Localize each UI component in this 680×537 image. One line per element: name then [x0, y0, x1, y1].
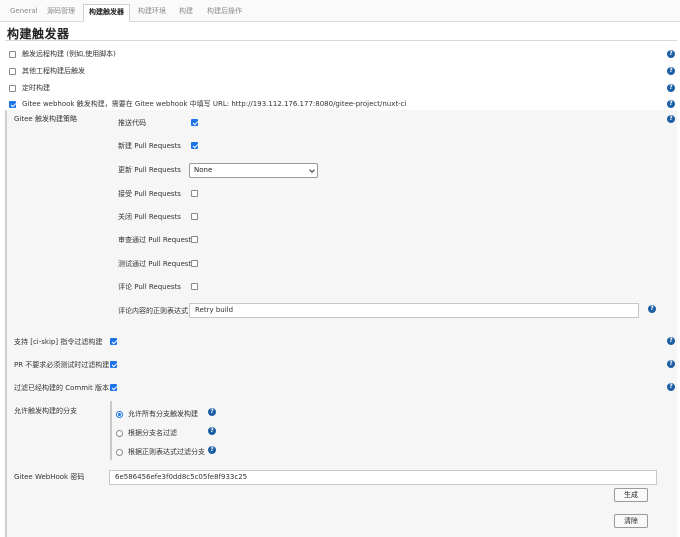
branch-name-label: 根据分支名过滤	[128, 429, 177, 437]
help-icon[interactable]: ?	[208, 427, 216, 435]
update-pr-select[interactable]: None	[189, 163, 318, 178]
tab-source-control[interactable]: 源码管理	[42, 4, 80, 21]
trigger-after-other-checkbox[interactable]	[9, 67, 16, 75]
update-pr-select-value: None	[194, 166, 213, 174]
push-checkbox[interactable]	[191, 119, 198, 126]
pr-no-test-label: PR 不要求必须测试时过滤构建	[14, 361, 110, 369]
branch-all-label: 允许所有分支触发构建	[128, 410, 198, 418]
help-icon[interactable]: ?	[667, 50, 675, 58]
trigger-gitee-webhook-label: Gitee webhook 触发构建，需要在 Gitee webhook 中填写…	[22, 100, 407, 108]
new-pr-checkbox[interactable]	[191, 142, 198, 149]
help-icon[interactable]: ?	[667, 84, 675, 92]
close-pr-label: 关闭 Pull Requests	[118, 213, 181, 221]
help-icon[interactable]: ?	[667, 100, 675, 108]
trigger-after-other-label: 其他工程构建后触发	[22, 67, 85, 75]
trigger-scheduled[interactable]: 定时构建	[9, 82, 50, 94]
trigger-scheduled-checkbox[interactable]	[9, 84, 16, 92]
branch-regex-option[interactable]: 根据正则表达式过滤分支	[116, 446, 205, 458]
accept-pr-checkbox[interactable]	[191, 190, 198, 197]
tab-general[interactable]: General	[5, 4, 43, 21]
branch-name-radio[interactable]	[116, 429, 123, 437]
ci-skip-checkbox[interactable]	[110, 338, 117, 345]
tested-pr-checkbox[interactable]	[191, 260, 198, 267]
branch-regex-radio[interactable]	[116, 448, 123, 456]
filter-commit-label: 过滤已经构建的 Commit 版本	[14, 384, 109, 392]
tab-build[interactable]: 构建	[174, 4, 198, 21]
filter-commit-checkbox[interactable]	[110, 384, 117, 391]
chevron-down-icon	[309, 167, 315, 173]
clear-button[interactable]: 清除	[614, 514, 648, 528]
help-icon[interactable]: ?	[648, 305, 656, 313]
comment-regex-input[interactable]: Retry build	[189, 303, 639, 318]
approved-pr-label: 审查通过 Pull Requests	[118, 236, 195, 244]
help-icon[interactable]: ?	[667, 67, 675, 75]
tested-pr-label: 测试通过 Pull Requests	[118, 260, 195, 268]
generate-button[interactable]: 生成	[614, 488, 648, 502]
accept-pr-label: 接受 Pull Requests	[118, 190, 181, 198]
webhook-secret-input[interactable]: 6e586456efe3f0dd8c5c05fe8f933c25	[109, 470, 657, 485]
tab-build-triggers[interactable]: 构建触发器	[83, 4, 130, 22]
new-pr-label: 新建 Pull Requests	[118, 142, 181, 150]
branch-all-option[interactable]: 允许所有分支触发构建	[116, 408, 198, 420]
trigger-remote-checkbox[interactable]	[9, 50, 16, 58]
push-label: 推送代码	[118, 119, 146, 127]
help-icon[interactable]: ?	[208, 446, 216, 454]
trigger-remote-label: 触发远程构建 (例如,使用脚本)	[22, 50, 116, 58]
comment-regex-label: 评论内容的正则表达式	[118, 307, 188, 315]
webhook-secret-label: Gitee WebHook 密码	[14, 473, 85, 481]
tab-build-environment[interactable]: 构建环境	[133, 4, 171, 21]
help-icon[interactable]: ?	[667, 360, 675, 368]
branches-label: 允许触发构建的分支	[14, 407, 77, 415]
ci-skip-label: 支持 [ci-skip] 指令过滤构建	[14, 338, 103, 346]
help-icon[interactable]: ?	[667, 383, 675, 391]
trigger-gitee-webhook-checkbox[interactable]	[9, 100, 16, 108]
branch-all-radio[interactable]	[116, 410, 123, 418]
config-tabs: General 源码管理 构建触发器 构建环境 构建 构建后操作	[0, 0, 680, 22]
pr-no-test-checkbox[interactable]	[110, 361, 117, 368]
approved-pr-checkbox[interactable]	[191, 236, 198, 243]
branch-name-option[interactable]: 根据分支名过滤	[116, 427, 177, 439]
trigger-remote[interactable]: 触发远程构建 (例如,使用脚本)	[9, 48, 116, 60]
strategy-label: Gitee 触发构建策略	[14, 115, 77, 123]
trigger-gitee-webhook[interactable]: Gitee webhook 触发构建，需要在 Gitee webhook 中填写…	[9, 98, 406, 110]
help-icon[interactable]: ?	[667, 337, 675, 345]
comment-pr-label: 评论 Pull Requests	[118, 283, 181, 291]
tab-post-build[interactable]: 构建后操作	[202, 4, 247, 21]
trigger-after-other[interactable]: 其他工程构建后触发	[9, 65, 85, 77]
branch-regex-label: 根据正则表达式过滤分支	[128, 448, 205, 456]
help-icon[interactable]: ?	[667, 115, 675, 123]
close-pr-checkbox[interactable]	[191, 213, 198, 220]
update-pr-label: 更新 Pull Requests	[118, 166, 181, 174]
comment-pr-checkbox[interactable]	[191, 283, 198, 290]
trigger-scheduled-label: 定时构建	[22, 84, 50, 92]
section-divider	[5, 40, 677, 41]
help-icon[interactable]: ?	[208, 408, 216, 416]
